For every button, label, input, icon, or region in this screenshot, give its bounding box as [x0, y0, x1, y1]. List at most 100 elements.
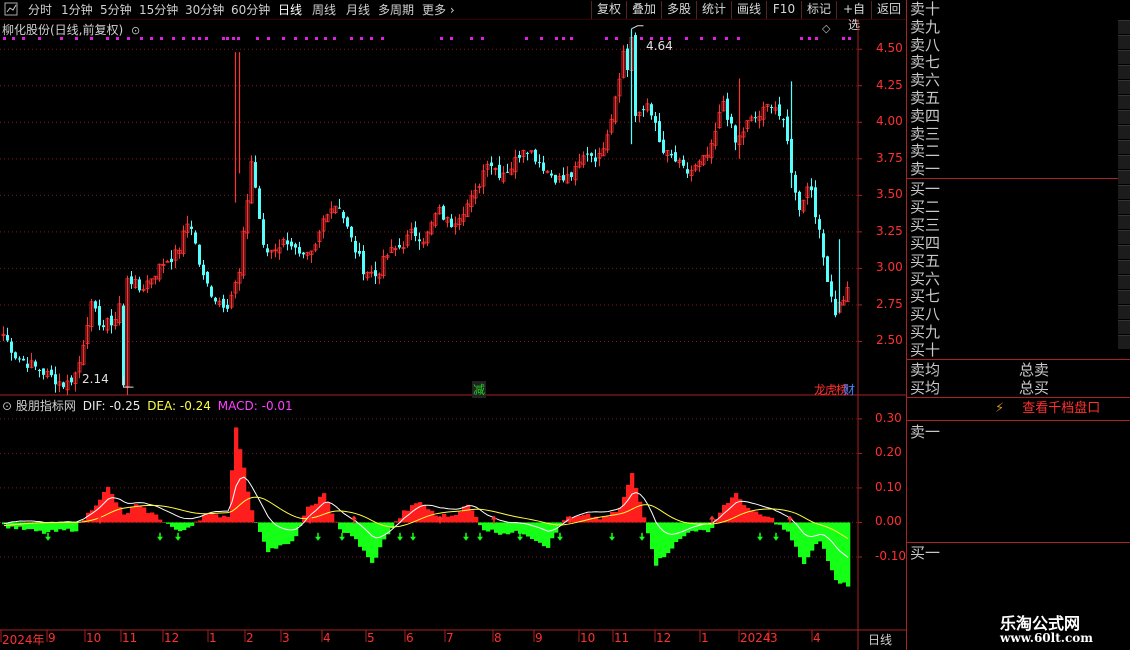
macd-bar	[842, 522, 847, 583]
period-toolbar: 分时 1分钟 5分钟 15分钟 30分钟 60分钟 日线 周线 月线 多周期 更多 › 复权 叠加 多股统…	[0, 0, 906, 32]
buy-level-label[interactable]: 买八	[910, 305, 940, 323]
time-axis-label: 3	[282, 631, 290, 645]
toolbar-button-0[interactable]: 复权	[591, 1, 626, 19]
macd-bar	[182, 522, 187, 531]
macd-bar	[442, 513, 447, 523]
macd-bar	[622, 496, 627, 523]
sell-level-label[interactable]: 卖三	[910, 125, 940, 143]
candle-body	[730, 116, 733, 124]
macd-bar	[54, 522, 59, 532]
candle-body	[834, 298, 837, 316]
sell-arrow	[477, 536, 483, 541]
period-tab-2[interactable]: 5分钟	[100, 2, 132, 18]
macd-bar	[350, 522, 355, 537]
period-tab-3[interactable]: 15分钟	[139, 2, 178, 18]
candle-body	[662, 139, 665, 153]
signal-dot	[360, 37, 363, 40]
buy-level-label[interactable]: 买二	[910, 198, 940, 216]
side-strip-cell	[1118, 335, 1130, 349]
sell-level-label[interactable]: 卖九	[910, 18, 940, 36]
candle-body	[418, 239, 421, 242]
depth-button[interactable]: ⚡ 查看千档盘口	[995, 400, 1100, 418]
toolbar-button-1[interactable]: 叠加	[626, 1, 661, 19]
period-tab-7[interactable]: 周线	[312, 2, 336, 18]
toolbar-icon[interactable]	[4, 2, 20, 18]
macd-bar	[394, 521, 399, 523]
buy-level-label[interactable]: 买四	[910, 234, 940, 252]
event-finance-badge[interactable]: 财	[843, 381, 855, 398]
sell-level-label[interactable]: 卖六	[910, 71, 940, 89]
toolbar-button-3[interactable]: 统计	[696, 1, 731, 19]
period-tab-8[interactable]: 月线	[346, 2, 370, 18]
period-tab-5[interactable]: 60分钟	[231, 2, 270, 18]
sell-arrow	[339, 536, 345, 541]
macd-bar	[486, 522, 491, 532]
macd-bar	[626, 484, 631, 523]
sell-level-label[interactable]: 卖二	[910, 142, 940, 160]
macd-bar	[746, 507, 751, 523]
side-strip-cell	[1118, 50, 1130, 64]
macd-bar	[150, 512, 155, 523]
buy-level-label[interactable]: 买一	[910, 180, 940, 198]
time-axis-label: 3	[770, 631, 778, 645]
site-watermark: 乐淘公式网 www.60lt.com	[990, 610, 1130, 650]
macd-bar	[498, 522, 503, 535]
period-tab-9[interactable]: 多周期	[378, 2, 414, 18]
macd-bar	[846, 522, 851, 587]
macd-bar	[786, 522, 791, 532]
signal-dot	[226, 37, 229, 40]
period-tab-4[interactable]: 30分钟	[185, 2, 224, 18]
toolbar-button-8[interactable]: 返回	[871, 1, 906, 19]
signal-dot	[800, 37, 803, 40]
buy-level-label[interactable]: 买三	[910, 216, 940, 234]
diamond-icon[interactable]: ◇	[822, 22, 830, 35]
toolbar-button-4[interactable]: 画线	[731, 1, 766, 19]
indicator-header: ⊙ 股朋指标网 DIF: -0.25 DEA: -0.24 MACD: -0.0…	[2, 398, 293, 414]
period-tab-6[interactable]: 日线	[278, 2, 302, 18]
event-reduce-badge[interactable]: 减	[472, 381, 487, 398]
toolbar-button-6[interactable]: 标记	[801, 1, 836, 19]
signal-dot	[815, 37, 818, 40]
sell-level-label[interactable]: 卖十	[910, 0, 940, 18]
period-tab-10[interactable]: 更多 ›	[422, 2, 455, 18]
signal-dot	[737, 37, 740, 40]
macd-bar	[114, 502, 119, 523]
sell-level-label[interactable]: 卖八	[910, 36, 940, 54]
candle-body	[490, 162, 493, 167]
candle-body	[654, 116, 657, 123]
sell-level-label[interactable]: 卖七	[910, 53, 940, 71]
candle-body	[286, 240, 289, 245]
sell-level-label[interactable]: 卖一	[910, 160, 940, 178]
macd-bar	[762, 516, 767, 523]
side-info-strip[interactable]	[1118, 20, 1130, 350]
macd-bar	[462, 506, 467, 523]
toolbar-button-2[interactable]: 多股	[661, 1, 696, 19]
buy-level-label[interactable]: 买九	[910, 323, 940, 341]
candle-body	[822, 233, 825, 258]
candle-body	[354, 240, 357, 253]
buy-level-label[interactable]: 买七	[910, 287, 940, 305]
macd-bar	[254, 522, 259, 524]
watermark-url: www.60lt.com	[1000, 631, 1093, 645]
signal-dot	[615, 37, 618, 40]
candle-body	[122, 305, 125, 386]
buy-level-label[interactable]: 买五	[910, 252, 940, 270]
settings-icon[interactable]: ⊙	[131, 24, 140, 37]
toolbar-button-5[interactable]: F10	[766, 1, 801, 19]
period-tab-1[interactable]: 1分钟	[61, 2, 93, 18]
candle-body	[202, 264, 205, 276]
time-axis-label: 9	[535, 631, 543, 645]
toolbar-button-7[interactable]: +自选	[836, 1, 871, 32]
signal-dot	[481, 37, 484, 40]
side-strip-cell	[1118, 320, 1130, 334]
signal-dot	[350, 37, 353, 40]
buy-level-label[interactable]: 买六	[910, 270, 940, 288]
sell-level-label[interactable]: 卖五	[910, 89, 940, 107]
chart-area[interactable]	[0, 20, 906, 650]
signal-dot	[256, 37, 259, 40]
macd-bar	[286, 522, 291, 545]
buy-level-label[interactable]: 买十	[910, 341, 940, 359]
period-tab-0[interactable]: 分时	[28, 2, 52, 18]
collapse-icon[interactable]: ⊙	[2, 399, 12, 413]
sell-level-label[interactable]: 卖四	[910, 107, 940, 125]
